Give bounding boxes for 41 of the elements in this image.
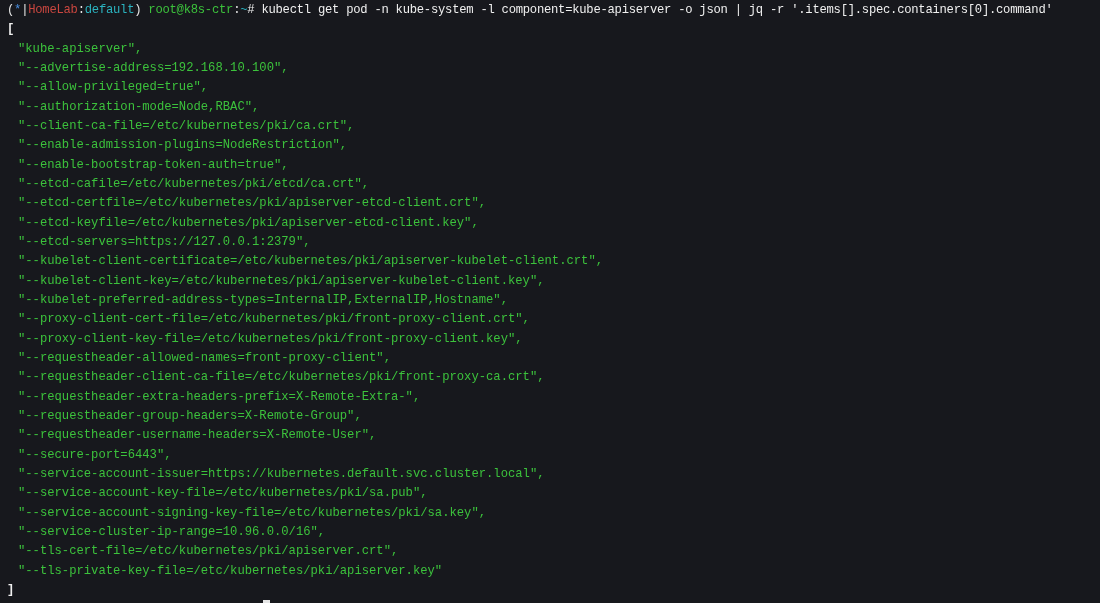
prompt-text: : [233, 2, 241, 19]
output-line: "--requestheader-username-headers=X-Remote-User", [16, 427, 377, 445]
output-line: "--etcd-certfile=/etc/kubernetes/pki/apiserver-etcd-client.crt", [16, 195, 487, 213]
prompt-text: ( [7, 2, 15, 19]
prompt-text: * [14, 2, 22, 19]
output-line: "--requestheader-group-headers=X-Remote-Group", [16, 407, 362, 425]
output-line: "--enable-admission-plugins=NodeRestriction", [16, 137, 348, 155]
output-line: "--advertise-address=192.168.10.100", [16, 60, 289, 77]
output-line: "--requestheader-allowed-names=front-proxy-client", [16, 349, 391, 367]
output-line: "kube-apiserver", [16, 40, 143, 58]
output-line: "--kubelet-client-certificate=/etc/kubernetes/pki/apiserver-kubelet-client.crt", [16, 253, 604, 271]
output-line: "--requestheader-client-ca-file=/etc/kubernetes/pki/front-proxy-ca.crt", [16, 369, 545, 387]
prompt-text: HomeLab [28, 2, 78, 19]
output-line: "--enable-bootstrap-token-auth=true", [16, 156, 289, 174]
output-line: "--kubelet-client-key=/etc/kubernetes/pki/apiserver-kubelet-client.key", [16, 272, 545, 290]
output-line: "--etcd-keyfile=/etc/kubernetes/pki/apiserver-etcd-client.key", [16, 214, 479, 232]
prompt-text: | [21, 2, 29, 19]
output-line: "--tls-cert-file=/etc/kubernetes/pki/apiserver.crt", [16, 543, 399, 561]
prompt-text: root@k8s-ctr [148, 2, 234, 19]
output-line: "--service-account-key-file=/etc/kubernetes/pki/sa.pub", [16, 485, 428, 503]
output-line: "--service-account-issuer=https://kubernetes.default.svc.cluster.local", [16, 465, 545, 483]
output-line: "--etcd-servers=https://127.0.0.1:2379", [16, 233, 311, 251]
prompt-text: : [77, 2, 85, 19]
prompt-text: # kubectl get pod -n kube-system -l component=kube-apiserver -o json | jq -r '.items[].spec.containers[0].command' [247, 2, 1053, 19]
output-line: "--secure-port=6443", [16, 446, 172, 464]
output-line: [ [7, 21, 15, 39]
output-line: "--requestheader-extra-headers-prefix=X-Remote-Extra-", [16, 388, 421, 406]
prompt-text: ) [134, 2, 143, 19]
output-line: "--etcd-cafile=/etc/kubernetes/pki/etcd/ca.crt", [16, 175, 370, 193]
prompt-text: default [84, 2, 135, 19]
output-line: "--tls-private-key-file=/etc/kubernetes/pki/apiserver.key" [16, 562, 443, 580]
output-line: "--service-account-signing-key-file=/etc/kubernetes/pki/sa.key", [16, 504, 487, 522]
output-line: "--proxy-client-key-file=/etc/kubernetes/pki/front-proxy-client.key", [16, 330, 523, 348]
output-line: "--kubelet-preferred-address-types=InternalIP,ExternalIP,Hostname", [16, 291, 508, 309]
output-line: "--service-cluster-ip-range=10.96.0.0/16", [16, 523, 326, 541]
output-line: "--proxy-client-cert-file=/etc/kubernetes/pki/front-proxy-client.crt", [16, 311, 530, 329]
output-line: "--authorization-mode=Node,RBAC", [16, 98, 260, 116]
output-line: "--allow-privileged=true", [16, 79, 209, 97]
output-line: "--client-ca-file=/etc/kubernetes/pki/ca.crt", [16, 117, 355, 135]
output-line: ] [7, 581, 15, 599]
prompt-text: ~ [240, 2, 248, 19]
